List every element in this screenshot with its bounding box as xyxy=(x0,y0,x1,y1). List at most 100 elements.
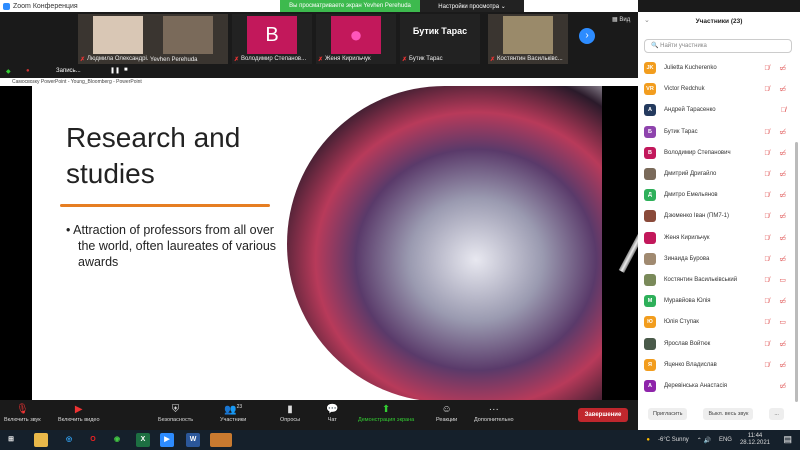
end-meeting-button[interactable]: Завершение xyxy=(578,408,628,422)
participant-name: Андрей Тарасенко xyxy=(664,107,716,114)
tile-name: ✗ Володимир Степанов... xyxy=(234,56,306,63)
video-tile[interactable]: Бутик Тарас ✗ Бутик Тарас xyxy=(400,14,480,64)
view-label: Вид xyxy=(619,17,631,23)
video-tile[interactable]: ● ✗ Женя Кирильчук xyxy=(316,14,396,64)
share-icon: ⬆ xyxy=(381,404,391,415)
tile-name-large: Бутик Тарас xyxy=(412,26,468,36)
participant-row[interactable]: Дзюменко Іван (ПМ7-1) 🎙̸ ▭̸ xyxy=(644,208,794,224)
mute-status-icons: ▭̸ xyxy=(779,383,790,390)
powerpoint-app-icon[interactable] xyxy=(210,433,232,447)
participant-row[interactable]: VR Victor Redchuk 🎙̸ ▭̸ xyxy=(644,81,794,97)
participant-video xyxy=(93,16,143,54)
tray-icons[interactable]: ⌃ 🔊 xyxy=(697,437,711,444)
participant-name: Юлія Ступак xyxy=(664,319,699,326)
mute-status-icons: 🎙̸ ▭̸ xyxy=(764,149,790,157)
participant-row[interactable]: Дмитрий Дригайло 🎙̸ ▭̸ xyxy=(644,166,794,182)
notifications-icon[interactable]: ▤ xyxy=(783,434,792,445)
tile-name-text: Женя Кирильчук xyxy=(325,56,371,62)
recording-bar: ◆ ● Запись... ❚❚ ■ xyxy=(0,66,638,78)
bullet: • Attraction of professors from all over… xyxy=(66,223,277,269)
unmute-button[interactable]: 🎙 Включить звук xyxy=(4,404,41,423)
next-page-button[interactable]: › xyxy=(579,28,595,44)
security-button[interactable]: ⛨ Безопасность xyxy=(158,404,193,423)
mute-status-icons: 🎙̸ ▭̸ xyxy=(764,234,790,242)
scrollbar[interactable] xyxy=(795,142,798,402)
participant-row[interactable]: JK Julietta Kucherenko 🎙̸ ▭̸ xyxy=(644,60,794,76)
participant-row[interactable]: Зинаида Бурова 🎙̸ ▭̸ xyxy=(644,251,794,267)
system-tray: ● -6°C Sunny ⌃ 🔊 ENG 11:44 28.12.2021 xyxy=(646,433,770,447)
chat-icon: 💬 xyxy=(326,404,339,415)
participants-label: Участники xyxy=(220,417,247,423)
reaction-icon: ☺ xyxy=(441,404,452,415)
mic-off-icon: ✗ xyxy=(402,57,408,63)
polls-button[interactable]: ▮ Опросы xyxy=(280,404,300,423)
participant-row[interactable]: В Володимир Степанович 🎙̸ ▭̸ xyxy=(644,145,794,161)
tile-name-text: Бутик Тарас xyxy=(409,56,443,62)
participant-search-input[interactable]: 🔍 Найти участника xyxy=(644,39,792,53)
participant-name: Муравйова Юлія xyxy=(664,298,711,305)
shield-icon: ◆ xyxy=(6,69,11,75)
mute-status-icons: 🎙̸ xyxy=(780,106,790,114)
video-tile[interactable]: ✗ Костянтин Васильківс... xyxy=(488,14,568,64)
clock[interactable]: 11:44 28.12.2021 xyxy=(740,433,770,447)
opera-icon[interactable]: O xyxy=(86,433,100,447)
participant-row[interactable]: Ю Юлія Ступак 🎙̸ ▭ xyxy=(644,314,794,330)
avatar: VR xyxy=(644,83,656,96)
more-button[interactable]: ... xyxy=(769,408,784,420)
time: 11:44 xyxy=(747,433,763,439)
mute-status-icons: 🎙̸ ▭̸ xyxy=(764,361,790,369)
mute-status-icons: 🎙̸ ▭̸ xyxy=(764,86,790,94)
participant-row[interactable]: Женя Кирильчук 🎙̸ ▭̸ xyxy=(644,230,794,246)
reactions-button[interactable]: ☺ Реакции xyxy=(436,404,457,423)
participant-name: Julietta Kucherenko xyxy=(664,65,717,71)
more-options-button[interactable]: ··· Дополнительно xyxy=(474,404,514,423)
video-tile[interactable]: Yevhen Perehuda xyxy=(148,14,228,64)
pause-recording-button[interactable]: ❚❚ xyxy=(110,67,120,74)
participant-name: Victor Redchuk xyxy=(664,86,705,93)
view-button[interactable]: ▦ Вид xyxy=(612,16,630,23)
chrome-icon[interactable]: ◉ xyxy=(110,433,124,447)
mute-status-icons: 🎙̸ ▭̸ xyxy=(764,255,790,263)
language-indicator[interactable]: ENG xyxy=(719,437,732,443)
participant-row[interactable]: Костянтин Васильківський 🎙̸ ▭ xyxy=(644,272,794,288)
mute-status-icons: 🎙̸ ▭̸ xyxy=(764,340,790,348)
participant-row[interactable]: А Деревінська Анастасія ▭̸ xyxy=(644,378,794,394)
start-video-button[interactable]: ▶ Включить видео xyxy=(58,404,100,423)
start-icon[interactable]: ⊞ xyxy=(4,433,18,447)
avatar: A xyxy=(644,104,656,117)
participants-button[interactable]: 👥23 Участники xyxy=(220,404,246,423)
edge-icon[interactable]: ◎ xyxy=(62,433,76,447)
video-off-icon: ▶ xyxy=(74,404,83,415)
view-options-button[interactable]: Настройки просмотра ⌄ xyxy=(420,0,524,12)
mute-all-button[interactable]: Выкл. весь звук xyxy=(703,408,754,420)
share-screen-button[interactable]: ⬆ Демонстрация экрана xyxy=(358,404,414,423)
participant-row[interactable]: Я Яценко Владислав 🎙̸ ▭̸ xyxy=(644,357,794,373)
participant-name: Женя Кирильчук xyxy=(664,234,710,241)
file-explorer-icon[interactable] xyxy=(34,433,48,447)
mute-status-icons: 🎙̸ ▭ xyxy=(764,277,790,284)
weather-text: -6°C Sunny xyxy=(658,437,689,443)
meeting-toolbar: 🎙 Включить звук ▶ Включить видео ⛨ Безопасн… xyxy=(0,400,638,430)
windows-taskbar: ⊞ ◎ O ◉ X ▶ W ● -6°C Sunny ⌃ 🔊 ENG 11:44… xyxy=(0,430,800,450)
mute-status-icons: 🎙̸ ▭̸ xyxy=(764,213,790,221)
participant-name: Дмитрий Дригайло xyxy=(664,171,717,177)
stop-recording-button[interactable]: ■ xyxy=(124,67,128,73)
video-tile[interactable]: B ✗ Володимир Степанов... xyxy=(232,14,312,64)
participant-row[interactable]: A Андрей Тарасенко 🎙̸ xyxy=(644,102,794,118)
chat-button[interactable]: 💬 Чат xyxy=(326,404,338,423)
polls-icon: ▮ xyxy=(287,404,293,415)
more-label: Дополнительно xyxy=(474,417,514,423)
video-tile[interactable]: ✗ Людмила Олександрі... xyxy=(78,14,158,64)
participant-row[interactable]: Б Бутик Тарас 🎙̸ ▭̸ xyxy=(644,124,794,140)
zoom-icon[interactable]: ▶ xyxy=(160,433,174,447)
participant-row[interactable]: Ярослав Войтюк 🎙̸ ▭̸ xyxy=(644,336,794,352)
word-icon[interactable]: W xyxy=(186,433,200,447)
bullet-text: Attraction of professors from all over t… xyxy=(73,223,277,269)
excel-icon[interactable]: X xyxy=(136,433,150,447)
invite-button[interactable]: Пригласить xyxy=(648,408,688,420)
tile-name: ✗ Людмила Олександрі... xyxy=(80,56,152,63)
shield-icon: ⛨ xyxy=(171,404,180,415)
participant-row[interactable]: М Муравйова Юлія 🎙̸ ▭̸ xyxy=(644,293,794,309)
avatar: В xyxy=(644,146,656,159)
participant-row[interactable]: Д Дмитро Емельянов 🎙̸ ▭̸ xyxy=(644,187,794,203)
